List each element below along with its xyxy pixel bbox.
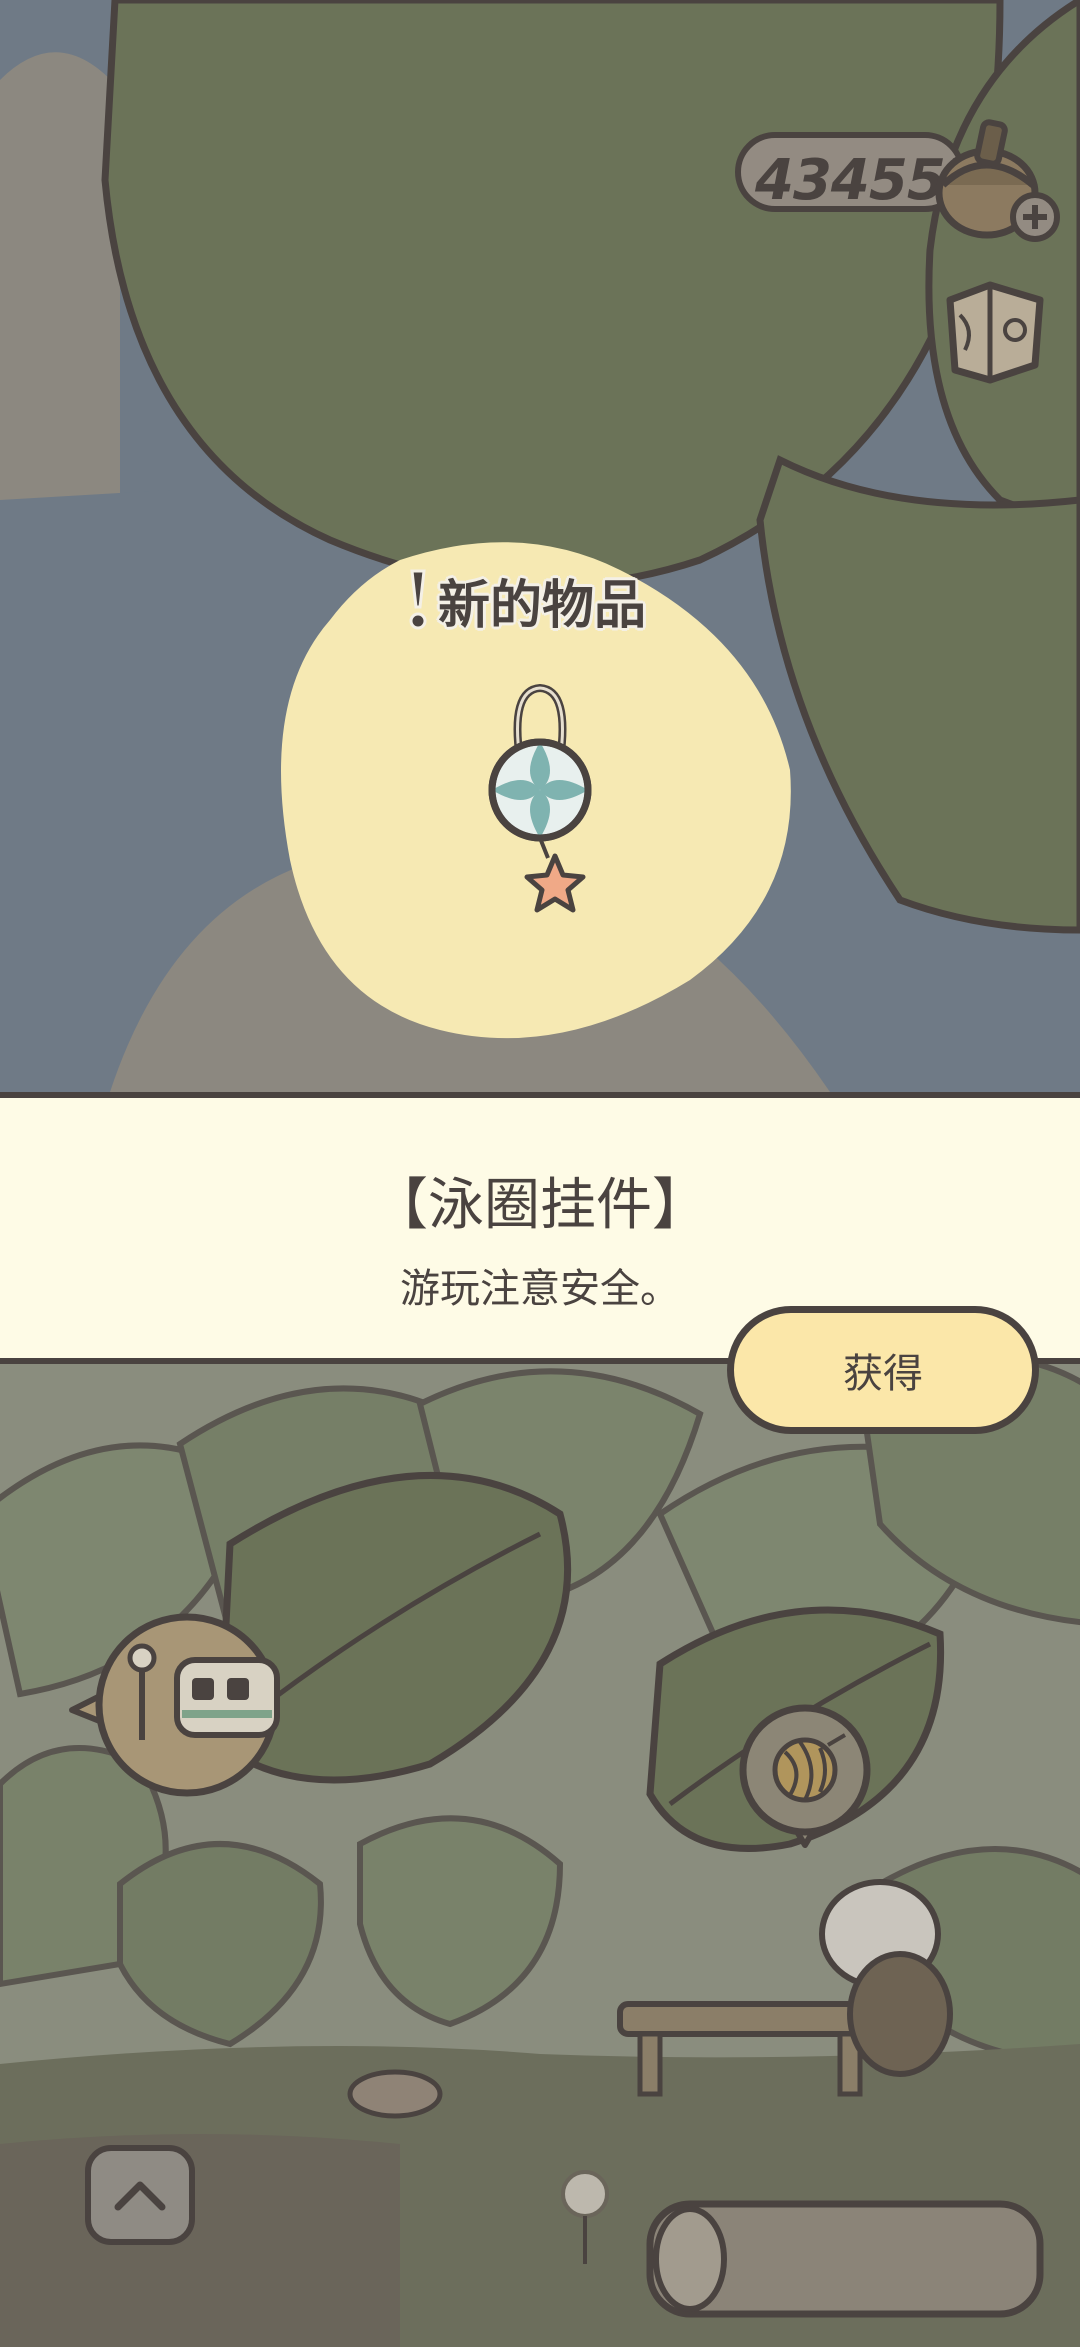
- map-icon[interactable]: [930, 270, 1060, 390]
- get-button[interactable]: 获得: [727, 1306, 1039, 1434]
- up-arrow-button[interactable]: [85, 2145, 195, 2245]
- item-name: 【泳圈挂件】: [372, 1173, 708, 1238]
- train-bubble-button[interactable]: [62, 1610, 292, 1800]
- chevron-up-icon: [114, 2181, 166, 2211]
- acorn-icon[interactable]: [925, 115, 1075, 245]
- exclamation-icon: [409, 569, 427, 630]
- new-item-label: 新的物品: [398, 565, 647, 636]
- new-item-text: 新的物品: [438, 575, 647, 636]
- yarn-bubble-button[interactable]: [730, 1700, 880, 1850]
